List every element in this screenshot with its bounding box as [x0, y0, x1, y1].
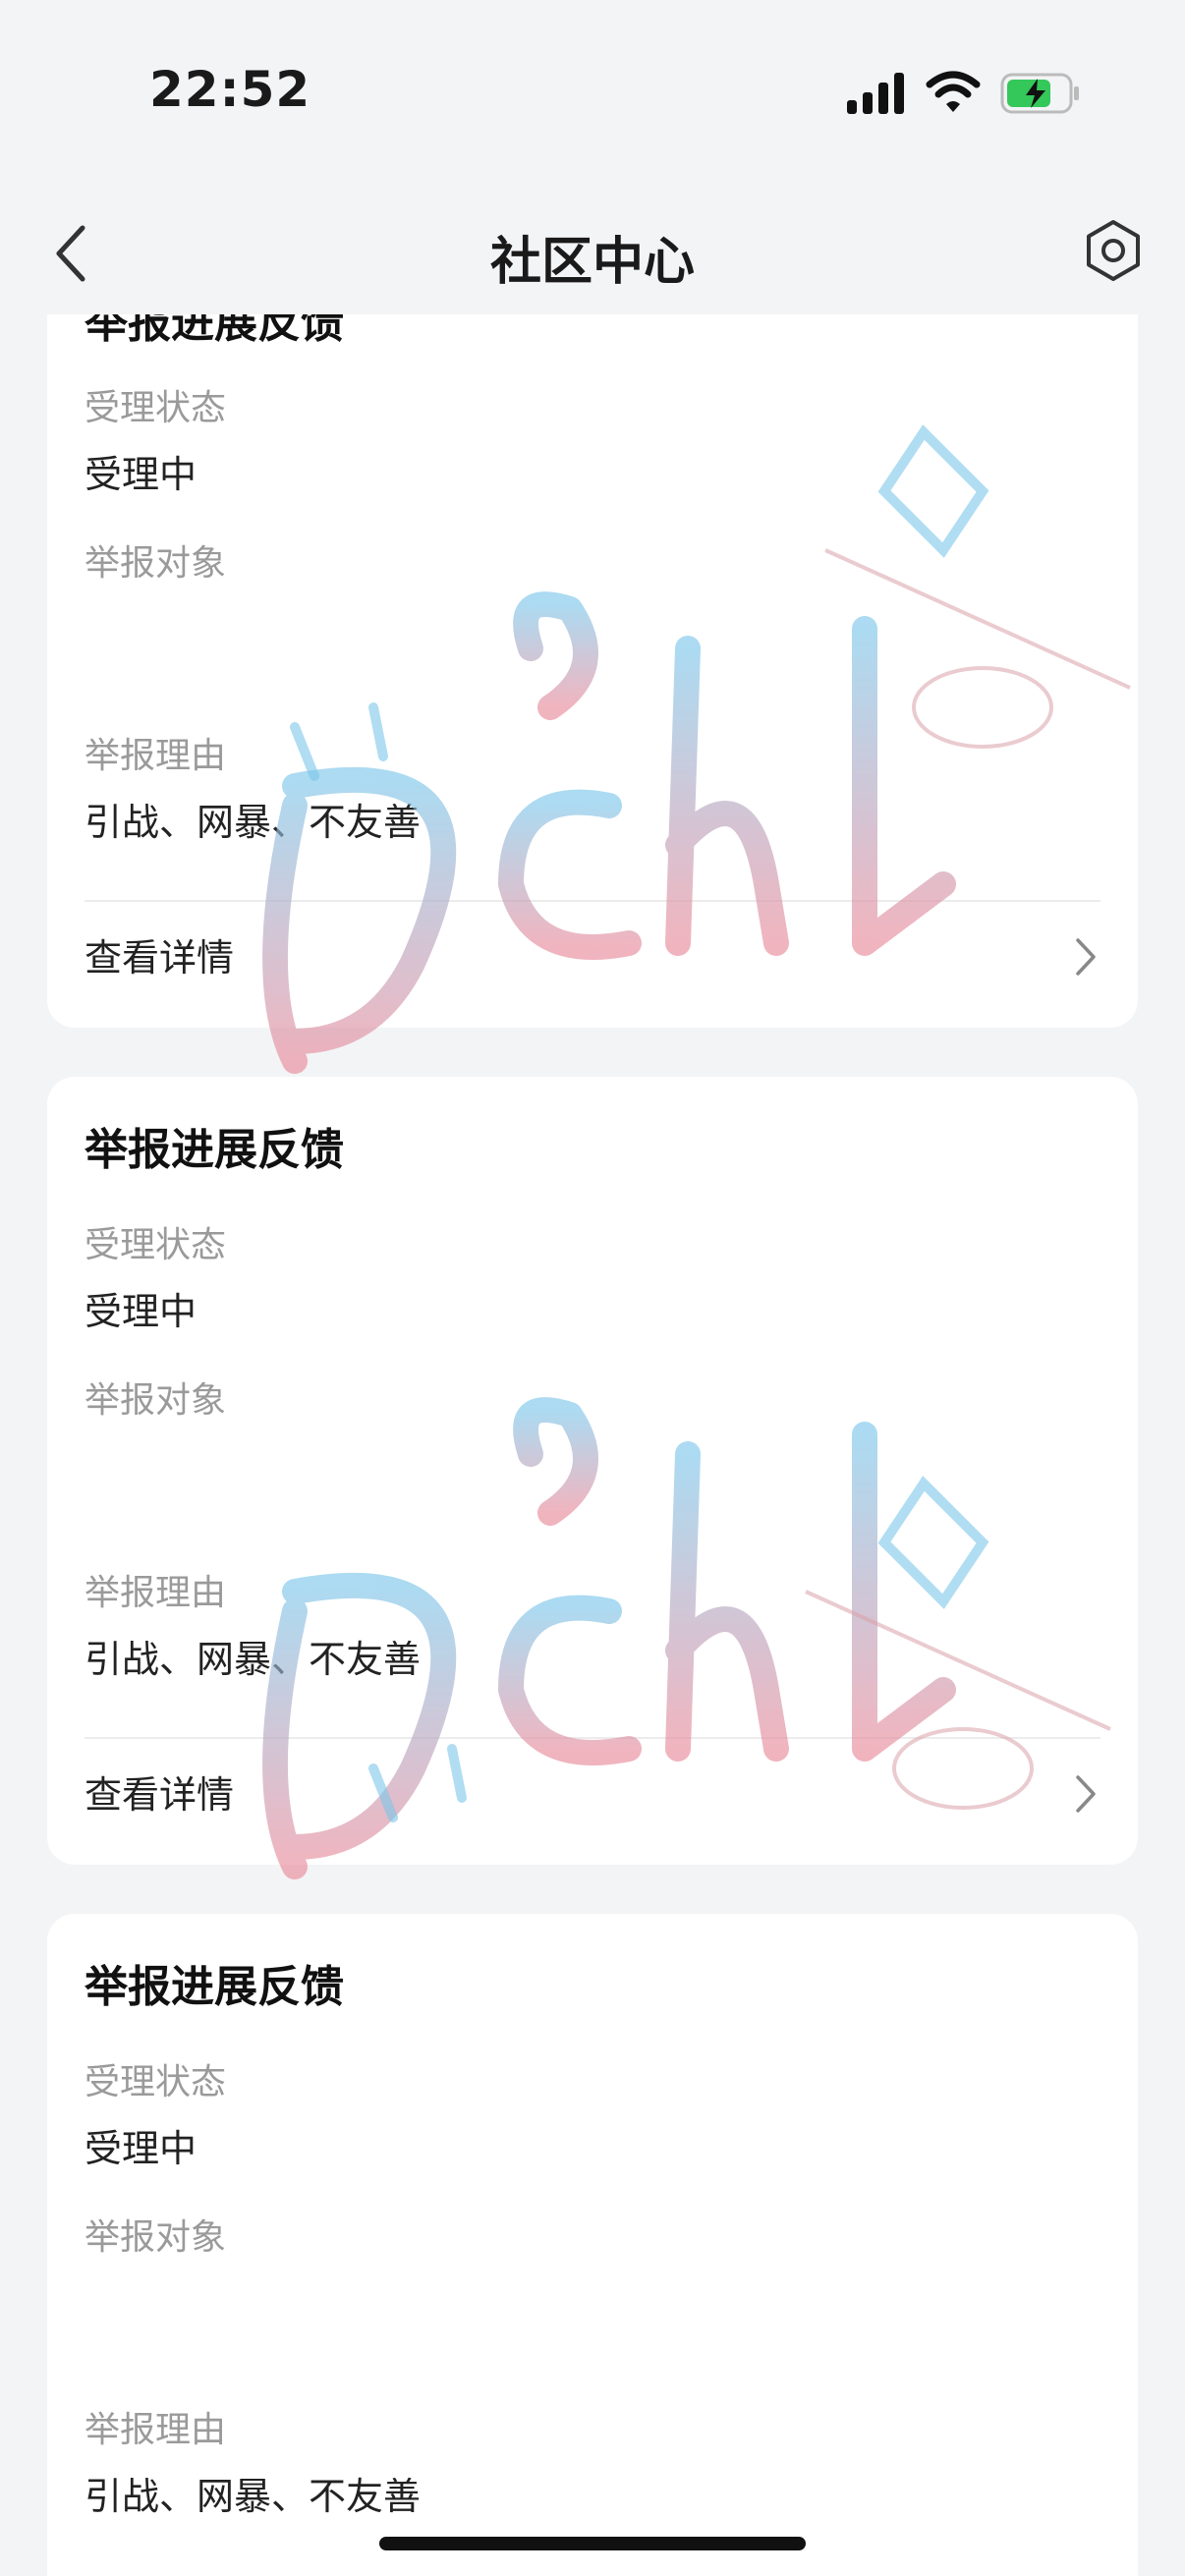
report-card: 举报进展反馈 受理状态 受理中 举报对象 举报理由 引战、网暴、不友善: [47, 1914, 1138, 2576]
status-label: 受理状态: [85, 388, 227, 428]
card-title: 举报进展反馈: [85, 1962, 344, 2012]
view-details-row[interactable]: 查看详情: [47, 1739, 1138, 1847]
chevron-right-icon: [1076, 938, 1096, 976]
view-details-row[interactable]: 查看详情: [47, 902, 1138, 1010]
report-card: 举报进展反馈 受理状态 受理中 举报对象 举报理由 引战、网暴、不友善 查看详情: [47, 314, 1138, 1028]
reason-value: 引战、网暴、不友善: [85, 2475, 422, 2518]
status-time: 22:52: [149, 61, 311, 118]
reason-label: 举报理由: [85, 2410, 227, 2450]
page-title: 社区中心: [489, 233, 695, 292]
status-value: 受理中: [85, 1290, 198, 1333]
settings-hexagon-icon[interactable]: [1081, 218, 1146, 283]
cellular-signal-icon: [847, 73, 904, 114]
wifi-icon: [926, 71, 981, 112]
view-details-label: 查看详情: [85, 936, 235, 980]
status-bar: 22:52: [0, 0, 1185, 187]
target-label: 举报对象: [85, 543, 227, 584]
target-label: 举报对象: [85, 1380, 227, 1421]
navigation-bar: 社区中心: [0, 187, 1185, 314]
card-title: 举报进展反馈: [85, 314, 344, 348]
battery-charging-icon: [1000, 73, 1079, 114]
status-value: 受理中: [85, 2127, 198, 2170]
status-label: 受理状态: [85, 1225, 227, 1265]
chevron-right-icon: [1076, 1775, 1096, 1813]
reason-label: 举报理由: [85, 1573, 227, 1613]
card-title: 举报进展反馈: [85, 1125, 344, 1175]
home-indicator[interactable]: [379, 2537, 806, 2550]
reason-value: 引战、网暴、不友善: [85, 801, 422, 844]
reason-label: 举报理由: [85, 736, 227, 776]
reason-value: 引战、网暴、不友善: [85, 1638, 422, 1681]
status-label: 受理状态: [85, 2062, 227, 2102]
view-details-label: 查看详情: [85, 1773, 235, 1817]
target-label: 举报对象: [85, 2217, 227, 2258]
status-value: 受理中: [85, 453, 198, 496]
report-feedback-list[interactable]: 举报进展反馈 受理状态 受理中 举报对象 举报理由 引战、网暴、不友善 查看详情…: [0, 314, 1185, 2576]
report-card: 举报进展反馈 受理状态 受理中 举报对象 举报理由 引战、网暴、不友善 查看详情: [47, 1077, 1138, 1865]
